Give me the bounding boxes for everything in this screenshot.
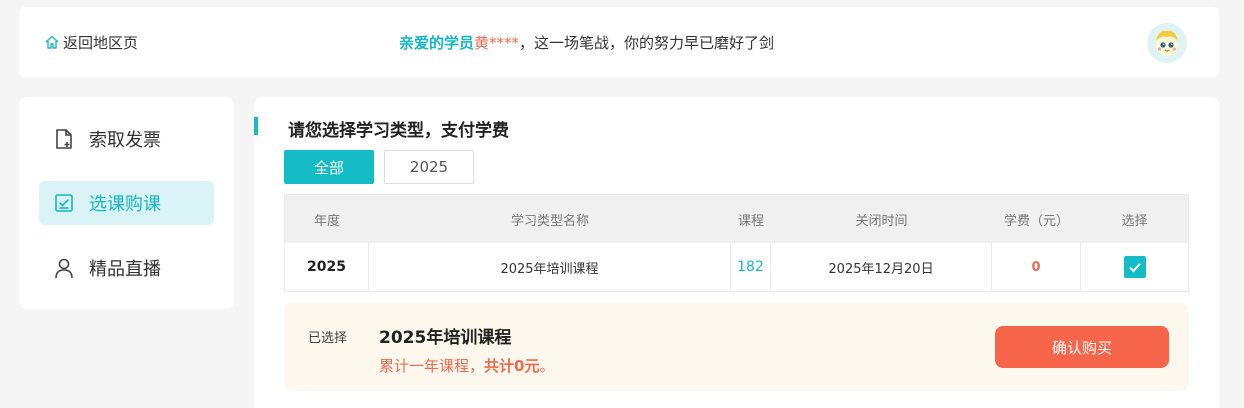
desc-total: 共计0元 xyxy=(484,357,540,375)
selected-label: 已选择 xyxy=(308,331,348,346)
cell-year: 2025 xyxy=(285,243,369,291)
back-label: 返回地区页 xyxy=(63,33,139,52)
invoice-icon xyxy=(56,129,72,149)
header-type-name: 学习类型名称 xyxy=(510,213,589,229)
cell-close-time: 2025年12月20日 xyxy=(771,243,992,291)
sidebar-item-course-purchase[interactable]: 选课购课 xyxy=(39,181,214,225)
sidebar-item-label: 精品直播 xyxy=(89,259,161,280)
greeting-name: 黄**** xyxy=(474,34,520,52)
header-close-time: 关闭时间 xyxy=(855,213,908,229)
cell-fee: 0 xyxy=(992,243,1081,291)
cell-type-name: 2025年培训课程 xyxy=(369,243,731,291)
check-icon xyxy=(1128,262,1141,273)
page-title: 请您选择学习类型，支付学费 xyxy=(288,121,509,141)
desc-prefix: 累计一年课程， xyxy=(379,357,485,375)
greeting-text: 亲爱的学员黄****，这一场笔战，你的努力早已磨好了剑 xyxy=(399,32,774,53)
sidebar-item-label: 索取发票 xyxy=(89,130,161,151)
greeting-message: ，这一场笔战，你的努力早已磨好了剑 xyxy=(519,34,775,52)
person-icon xyxy=(55,258,73,279)
header-year: 年度 xyxy=(313,213,340,229)
back-to-region-link[interactable]: 返回地区页 xyxy=(44,32,138,52)
cell-courses[interactable]: 182 xyxy=(731,243,771,291)
filter-all-button[interactable]: 全部 xyxy=(284,150,374,184)
title-accent-bar xyxy=(254,117,258,135)
sidebar-item-invoice[interactable]: 索取发票 xyxy=(39,117,214,161)
table-row[interactable]: 2025 2025年培训课程 182 2025年12月20日 0 xyxy=(285,243,1188,291)
sidebar: 索取发票 选课购课 精品直播 xyxy=(19,97,234,309)
sidebar-item-label: 选课购课 xyxy=(89,194,161,215)
cell-select xyxy=(1081,243,1188,291)
filter-2025-button[interactable]: 2025 xyxy=(384,150,474,184)
selected-title: 2025年培训课程 xyxy=(379,328,512,348)
selection-summary: 已选择 2025年培训课程 累计一年课程，共计0元。 确认购买 xyxy=(284,303,1189,391)
cartoon-avatar-icon xyxy=(1147,23,1187,63)
greeting-prefix: 亲爱的学员 xyxy=(399,34,475,52)
study-type-table: 年度 学习类型名称 课程 关闭时间 学费（元） 选择 2025 2025年培训课… xyxy=(284,194,1189,292)
header-fee: 学费（元） xyxy=(1003,213,1069,229)
selected-description: 累计一年课程，共计0元。 xyxy=(379,355,554,376)
home-icon xyxy=(45,35,59,49)
avatar[interactable] xyxy=(1147,23,1187,63)
table-header: 年度 学习类型名称 课程 关闭时间 学费（元） 选择 xyxy=(285,195,1188,243)
header-courses: 课程 xyxy=(737,213,764,229)
select-checkbox[interactable] xyxy=(1123,256,1146,278)
header-select: 选择 xyxy=(1121,213,1148,229)
sidebar-item-live[interactable]: 精品直播 xyxy=(39,246,214,290)
top-header: 返回地区页 亲爱的学员黄****，这一场笔战，你的努力早已磨好了剑 xyxy=(19,7,1219,77)
confirm-purchase-button[interactable]: 确认购买 xyxy=(995,326,1169,368)
checklist-icon xyxy=(55,194,73,212)
main-panel: 请您选择学习类型，支付学费 全部 2025 年度 学习类型名称 课程 关闭时间 … xyxy=(254,97,1219,408)
desc-suffix: 。 xyxy=(539,357,555,375)
